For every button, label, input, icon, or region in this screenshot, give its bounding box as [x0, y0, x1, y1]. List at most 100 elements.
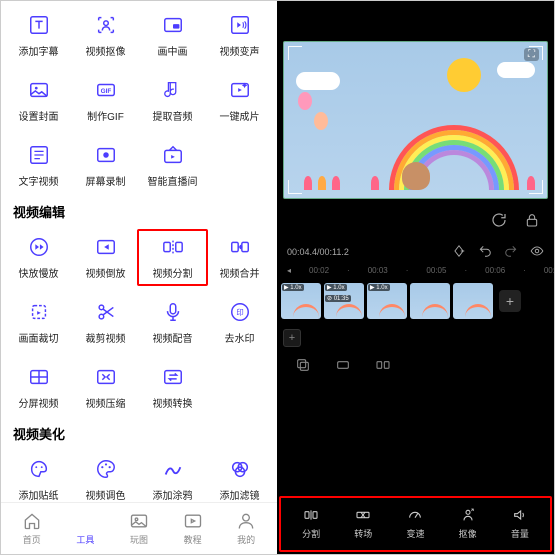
timeline[interactable]: ▶ 1.0x ▶ 1.0x ⊘ 01:35 ▶ 1.0x + [277, 277, 554, 325]
timeline-clip[interactable]: ▶ 1.0x [367, 283, 407, 319]
toolbar-cutout[interactable]: 抠像 [459, 506, 477, 540]
tool-label: 视频抠像 [86, 43, 126, 58]
tool-text-video[interactable]: 文字视频 [5, 139, 72, 192]
preview-cloud [497, 62, 535, 78]
tool-auto-edit[interactable]: 一键成片 [206, 74, 273, 127]
video-preview[interactable]: ⛶ [283, 41, 548, 199]
tool-grid-top1: 添加字幕 视频抠像 画中画 视频变声 [1, 1, 277, 66]
compress-icon [94, 365, 118, 389]
tool-compress[interactable]: 视频压缩 [72, 361, 139, 414]
tool-filter[interactable]: 添加滤镜 [206, 453, 273, 502]
tool-sticker[interactable]: 添加贴纸 [5, 453, 72, 502]
gauge-icon [406, 506, 424, 524]
convert-icon [161, 365, 185, 389]
toolbar-label: 转场 [354, 527, 372, 540]
tool-convert[interactable]: 视频转换 [139, 361, 206, 414]
undo-icon[interactable] [478, 244, 492, 260]
tool-dubbing[interactable]: 视频配音 [139, 296, 206, 349]
tool-video-cutout[interactable]: 视频抠像 [72, 9, 139, 62]
tool-label: 智能直播间 [148, 173, 198, 188]
tool-set-cover[interactable]: 设置封面 [5, 74, 72, 127]
tool-label: 快放慢放 [19, 265, 59, 280]
editor-toolbar: 分割 转场 变速 抠像 音量 [279, 496, 552, 552]
section-video-edit: 视频编辑 [1, 196, 277, 223]
nav-label: 我的 [237, 533, 255, 546]
tool-remove-watermark[interactable]: 印 去水印 [206, 296, 273, 349]
layer-icon[interactable] [335, 357, 351, 378]
tool-label: 画面裁切 [19, 330, 59, 345]
tool-speed[interactable]: 快放慢放 [5, 231, 72, 284]
timeline-clip[interactable] [453, 283, 493, 319]
nav-tools[interactable]: 工具 [75, 511, 95, 546]
toolbar-speed[interactable]: 变速 [406, 506, 424, 540]
play-button[interactable] [426, 244, 440, 260]
tool-label: 视频合并 [220, 265, 260, 280]
record-icon [94, 143, 118, 167]
fullscreen-button[interactable]: ⛶ [524, 48, 539, 61]
magic-icon [228, 78, 252, 102]
toolbar-label: 抠像 [459, 527, 477, 540]
rotate-icon[interactable] [490, 211, 508, 234]
tool-label: 视频配音 [153, 330, 193, 345]
tool-pip[interactable]: 画中画 [139, 9, 206, 62]
keyframe-icon[interactable] [452, 244, 466, 260]
timeline-clip[interactable]: ▶ 1.0x [281, 283, 321, 319]
tool-label: 添加滤镜 [220, 487, 260, 502]
timeline-clip[interactable] [410, 283, 450, 319]
nav-play[interactable]: 玩图 [129, 511, 149, 546]
tool-crop[interactable]: 画面裁切 [5, 296, 72, 349]
section-video-beauty: 视频美化 [1, 418, 277, 445]
timeline-ruler[interactable]: ◂ 00:02· 00:03· 00:05· 00:06· 00:08 [277, 264, 554, 277]
tool-label: 视频分割 [153, 265, 193, 280]
copy-icon[interactable] [295, 357, 311, 378]
eye-icon[interactable] [530, 244, 544, 260]
speed-icon [27, 235, 51, 259]
tool-split-screen[interactable]: 分屏视频 [5, 361, 72, 414]
tool-label: 去水印 [225, 330, 255, 345]
crop-handle[interactable] [288, 180, 302, 194]
pip-icon [161, 13, 185, 37]
add-clip-button[interactable]: + [499, 290, 521, 312]
ruler-tick: 00:03 [368, 266, 388, 275]
tool-smart-live[interactable]: 智能直播间 [139, 139, 206, 192]
tool-doodle[interactable]: 添加涂鸦 [139, 453, 206, 502]
crop-icon [27, 300, 51, 324]
lock-icon[interactable] [524, 212, 540, 233]
tool-color[interactable]: 视频调色 [72, 453, 139, 502]
scissors-icon [94, 300, 118, 324]
tool-label: 视频倒放 [86, 265, 126, 280]
tool-label: 文字视频 [19, 173, 59, 188]
split-track-icon[interactable] [375, 357, 391, 378]
timeline-clip[interactable]: ▶ 1.0x ⊘ 01:35 [324, 283, 364, 319]
tool-screen-record[interactable]: 屏幕录制 [72, 139, 139, 192]
tool-add-subtitle[interactable]: 添加字幕 [5, 9, 72, 62]
crop-handle[interactable] [288, 46, 302, 60]
tool-label: 提取音频 [153, 108, 193, 123]
tool-label: 视频变声 [220, 43, 260, 58]
tool-grid-edit1: 快放慢放 视频倒放 视频分割 视频合并 [1, 223, 277, 288]
toolbar-transition[interactable]: 转场 [354, 506, 372, 540]
toolbar-split[interactable]: 分割 [302, 506, 320, 540]
add-track-button[interactable]: + [283, 329, 301, 347]
tool-reverse[interactable]: 视频倒放 [72, 231, 139, 284]
tool-split[interactable]: 视频分割 [137, 229, 208, 286]
tool-trim[interactable]: 裁剪视频 [72, 296, 139, 349]
track-controls [277, 347, 554, 388]
nav-mine[interactable]: 我的 [236, 511, 256, 546]
tool-make-gif[interactable]: GIF 制作GIF [72, 74, 139, 127]
nav-tutorial[interactable]: 教程 [183, 511, 203, 546]
tool-extract-audio[interactable]: 提取音频 [139, 74, 206, 127]
gif-icon: GIF [94, 78, 118, 102]
tool-voice-change[interactable]: 视频变声 [206, 9, 273, 62]
toolbar-volume[interactable]: 音量 [511, 506, 529, 540]
voice-icon [228, 13, 252, 37]
transition-icon [354, 506, 372, 524]
nav-home[interactable]: 首页 [22, 511, 42, 546]
redo-icon[interactable] [504, 244, 518, 260]
user-icon [236, 511, 256, 531]
tool-merge[interactable]: 视频合并 [206, 231, 273, 284]
crop-handle[interactable] [529, 180, 543, 194]
nav-label: 玩图 [130, 533, 148, 546]
preview-balloon [298, 92, 312, 110]
toolbar-label: 变速 [406, 527, 424, 540]
